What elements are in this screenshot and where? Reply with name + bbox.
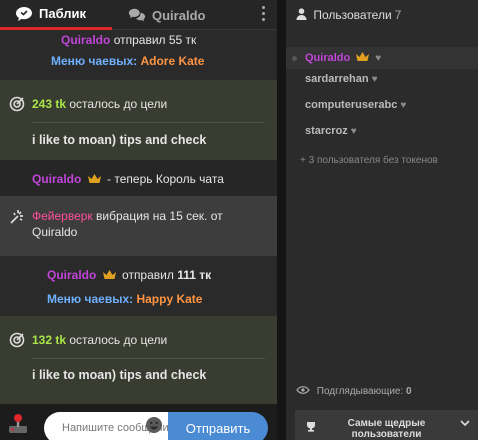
- tab-public-label: Паблик: [39, 6, 87, 21]
- user-row[interactable]: computeruserabc ♥: [286, 95, 478, 117]
- top-tippers-line2: пользователи: [351, 429, 422, 440]
- users-panel: Пользователи 7 Quiraldo ♥ sardarrehan ♥ co…: [286, 0, 478, 440]
- user-name: Quiraldo: [305, 52, 351, 64]
- tip-message: Quiraldo отправил 111 тк Меню чаевых: Ha…: [0, 256, 277, 316]
- user-row[interactable]: starcroz ♥: [286, 121, 478, 143]
- chevron-down-icon[interactable]: [460, 419, 470, 427]
- tip-menu-item: Adore Kate: [140, 54, 205, 68]
- panel-divider[interactable]: [277, 0, 286, 440]
- tip-amount: 55 тк: [168, 33, 197, 47]
- more-options-icon[interactable]: [261, 6, 265, 24]
- chat-bubbles-icon: [128, 8, 146, 22]
- send-button[interactable]: Отправить: [168, 412, 268, 440]
- tab-private-label: Quiraldo: [152, 7, 206, 23]
- divider: [32, 358, 265, 359]
- users-without-tokens: + 3 пользователя без токенов: [300, 155, 438, 166]
- joystick-icon[interactable]: [6, 411, 30, 435]
- top-tippers-line1: Самые щедрые: [347, 418, 426, 429]
- tip-menu-label: Меню чаевых:: [47, 292, 134, 306]
- vibration-seconds: 15 сек.: [169, 209, 208, 223]
- tip-username[interactable]: Quiraldo: [47, 268, 96, 282]
- divider: [32, 122, 265, 123]
- top-tippers-button[interactable]: Самые щедрые пользователи: [295, 410, 478, 440]
- watchers-count-row: Подглядывающие: 0: [296, 386, 412, 397]
- king-username[interactable]: Quiraldo: [32, 172, 81, 186]
- goal-message: 132 tk осталось до цели i like to moan) …: [0, 316, 277, 404]
- target-icon: [9, 332, 25, 348]
- user-name: starcroz: [305, 125, 348, 137]
- users-header: Пользователи 7: [286, 0, 478, 30]
- users-header-label: Пользователи: [313, 8, 392, 22]
- emoji-icon[interactable]: [145, 416, 163, 434]
- user-row[interactable]: sardarrehan ♥: [286, 69, 478, 91]
- chat-tabs: Паблик Quiraldo: [0, 0, 277, 30]
- king-message: Quiraldo - теперь Король чата: [0, 160, 277, 196]
- heart-icon: ♥: [350, 126, 357, 137]
- firework-username[interactable]: Quiraldo: [32, 225, 77, 239]
- firework-label: Фейерверк: [32, 209, 93, 223]
- tip-username[interactable]: Quiraldo: [61, 33, 110, 47]
- user-name: sardarrehan: [305, 73, 369, 85]
- firework-icon: [10, 210, 23, 224]
- tip-message: Quiraldo отправил 55 тк Меню чаевых: Ado…: [0, 30, 277, 80]
- heart-icon: ♥: [375, 53, 382, 64]
- user-icon: [296, 8, 307, 20]
- goal-message: 243 tk осталось до цели i like to moan) …: [0, 80, 277, 160]
- watchers-count: 0: [406, 386, 412, 397]
- tip-menu-label: Меню чаевых:: [51, 54, 138, 68]
- tip-menu-item: Happy Kate: [136, 292, 203, 306]
- tip-amount: 111 тк: [177, 268, 212, 282]
- target-icon: [9, 96, 25, 112]
- online-dot-icon: [292, 56, 297, 61]
- goal-remaining: 132 tk: [32, 333, 67, 347]
- users-count: 7: [394, 8, 402, 22]
- goal-text: i like to moan) tips and check: [32, 368, 207, 382]
- firework-message: Фейерверк вибрация на 15 сек. от Quirald…: [0, 196, 277, 256]
- chat-panel: Паблик Quiraldo Quiraldo отправил 55 тк …: [0, 0, 277, 440]
- tab-private[interactable]: Quiraldo: [122, 0, 205, 30]
- chat-input-bar: Напишите сообщение Отправить: [0, 404, 277, 440]
- heart-icon: ♥: [400, 100, 407, 111]
- crown-icon: [356, 52, 370, 61]
- user-row[interactable]: Quiraldo ♥: [286, 47, 478, 69]
- goal-remaining: 243 tk: [32, 97, 67, 111]
- heart-icon: ♥: [371, 74, 378, 85]
- trophy-icon: [307, 422, 315, 432]
- goal-text: i like to moan) tips and check: [32, 133, 207, 147]
- eye-icon: [296, 386, 310, 394]
- chat-bubble-icon: [16, 6, 32, 21]
- user-name: computeruserabc: [305, 99, 398, 111]
- crown-icon: [87, 174, 101, 183]
- watchers-label: Подглядывающие:: [316, 386, 404, 397]
- crown-icon: [102, 270, 116, 279]
- tab-public[interactable]: Паблик: [0, 0, 112, 30]
